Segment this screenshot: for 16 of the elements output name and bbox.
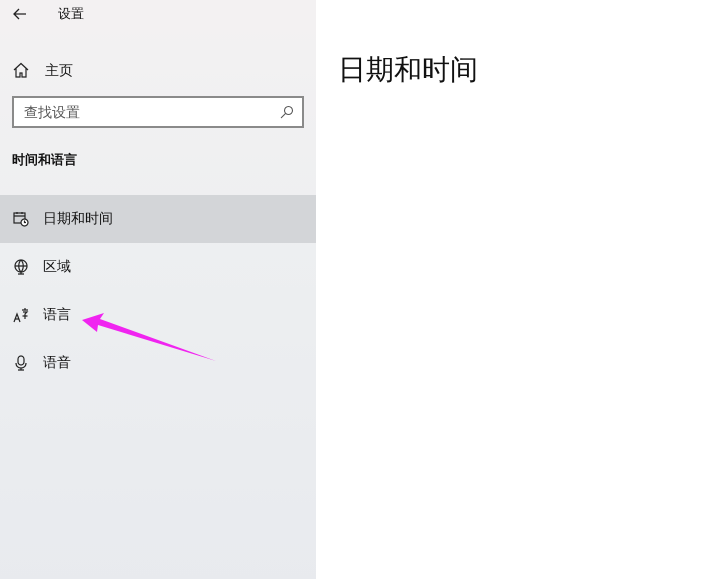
page-heading: 日期和时间: [338, 53, 479, 87]
window-title: 设置: [58, 5, 84, 24]
home-link[interactable]: 主页: [0, 54, 316, 86]
nav-item[interactable]: 语音: [0, 338, 316, 386]
globe-icon: [13, 258, 29, 274]
nav-item[interactable]: 日期和时间: [0, 194, 316, 242]
nav-item[interactable]: 区域: [0, 242, 316, 290]
microphone-icon: [13, 354, 29, 370]
nav-item[interactable]: 语言: [0, 290, 316, 338]
search-field[interactable]: 查找设置: [12, 96, 304, 128]
calendar-clock-icon: [13, 210, 29, 226]
section-heading: 时间和语言: [12, 151, 78, 169]
search-icon: [280, 105, 294, 119]
language-icon: [13, 306, 29, 322]
back-arrow-icon: [13, 8, 27, 20]
home-icon: [13, 62, 29, 78]
